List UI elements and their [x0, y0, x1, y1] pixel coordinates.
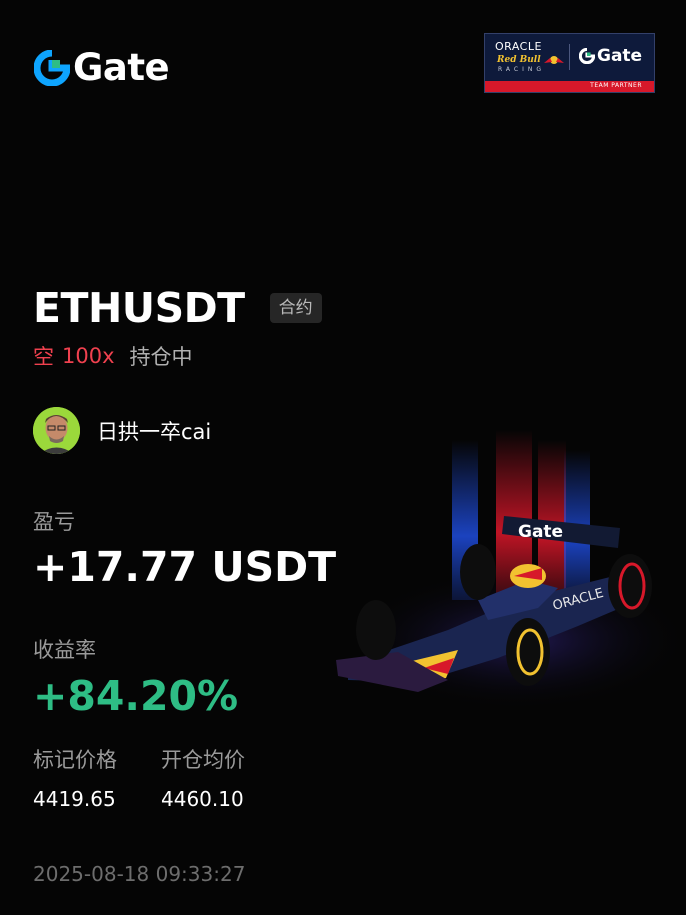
position-status: 持仓中	[129, 345, 193, 369]
price-values: 4419.65 4460.10	[33, 787, 244, 811]
user-row: 日拱一卒cai	[33, 407, 211, 454]
partner-footer-text: TEAM PARTNER	[590, 82, 642, 89]
roi-label: 收益率	[33, 638, 96, 662]
bulls-icon	[544, 56, 564, 64]
leverage-label: 100x	[62, 344, 115, 368]
mark-price-value: 4419.65	[33, 787, 116, 811]
logo-text: Gate	[73, 46, 170, 89]
redbull-text: Red Bull	[497, 55, 541, 65]
roi-value: +84.20%	[33, 672, 239, 720]
partner-divider	[569, 44, 570, 70]
pnl-label: 盈亏	[33, 510, 75, 534]
user-avatar	[33, 407, 80, 454]
f1-car-image: Gate ORACLE	[336, 430, 686, 710]
partner-gate-text: Gate	[597, 46, 643, 66]
oracle-text: ORACLE	[495, 40, 542, 53]
team-partner-badge: ORACLE Red Bull RACING Gate TEAM PARTNER	[484, 33, 655, 93]
mark-price-label: 标记价格	[33, 748, 117, 772]
car-wing-text: Gate	[518, 522, 563, 542]
partner-footer: TEAM PARTNER	[485, 81, 654, 92]
contract-tag: 合约	[269, 293, 322, 323]
gate-small-icon	[579, 48, 595, 64]
entry-price-label: 开仓均价	[161, 748, 245, 772]
symbol: ETHUSDT	[33, 284, 245, 332]
symbol-row: ETHUSDT 合约	[33, 285, 322, 331]
entry-price-value: 4460.10	[161, 787, 244, 811]
pnl-value: +17.77 USDT	[33, 543, 337, 591]
avatar-icon	[33, 407, 80, 454]
price-labels: 标记价格 开仓均价	[33, 744, 245, 774]
gate-logo-icon	[34, 50, 70, 86]
partner-gate-logo: Gate	[579, 46, 642, 66]
position-info: 空 100x 持仓中	[33, 341, 193, 371]
direction-label: 空	[33, 345, 54, 369]
timestamp: 2025-08-18 09:33:27	[33, 862, 246, 886]
gate-logo: Gate	[34, 46, 170, 89]
racing-text: RACING	[498, 66, 546, 73]
username: 日拱一卒cai	[97, 419, 212, 444]
